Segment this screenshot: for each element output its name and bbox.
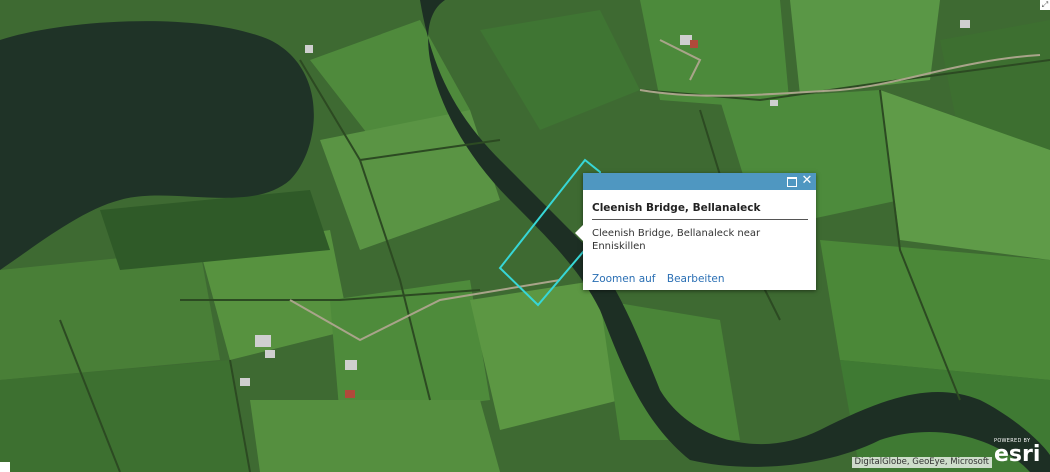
edit-link[interactable]: Bearbeiten	[667, 273, 725, 285]
popup-header: ✕	[583, 173, 816, 190]
popup-actions: Zoomen auf Bearbeiten	[592, 273, 733, 285]
close-icon[interactable]: ✕	[800, 174, 814, 188]
zoom-to-link[interactable]: Zoomen auf	[592, 273, 656, 285]
maximize-icon[interactable]	[785, 174, 799, 188]
info-popup: ✕ Cleenish Bridge, Bellanaleck Cleenish …	[575, 173, 816, 290]
expand-icon[interactable]: ⤢	[1040, 0, 1050, 10]
map-attribution: DigitalGlobe, GeoEye, Microsoft	[851, 457, 992, 468]
scale-marker	[0, 462, 10, 472]
satellite-map[interactable]	[0, 0, 1050, 472]
popup-title: Cleenish Bridge, Bellanaleck	[592, 202, 808, 220]
esri-brand-text: esri	[994, 442, 1041, 467]
esri-logo[interactable]: POWERED BY esri	[994, 438, 1042, 468]
popup-description: Cleenish Bridge, Bellanaleck near Ennisk…	[592, 228, 761, 252]
popup-pointer	[575, 225, 583, 241]
